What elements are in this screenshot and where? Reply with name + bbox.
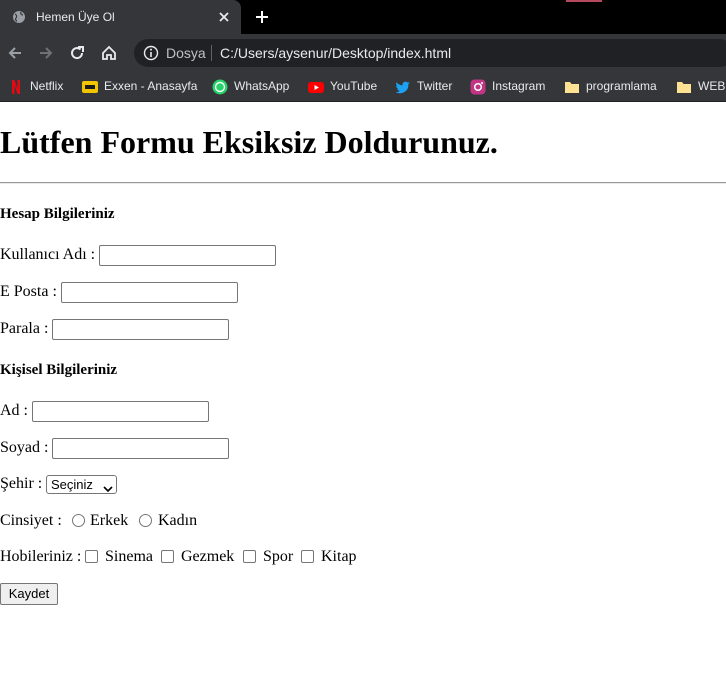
hobby-option-label: Gezmek bbox=[181, 548, 235, 565]
bookmarks-bar: Netflix Exxen - Anasayfa WhatsApp YouTub… bbox=[0, 72, 726, 102]
gender-radio-female[interactable] bbox=[139, 514, 152, 527]
account-section-title: Hesap Bilgileriniz bbox=[0, 206, 115, 222]
exxen-icon bbox=[82, 79, 98, 95]
hobby-checkbox-gezmek[interactable] bbox=[161, 550, 174, 563]
divider bbox=[0, 182, 726, 184]
last-name-label: Soyad : bbox=[0, 439, 49, 456]
globe-icon bbox=[12, 10, 26, 27]
url-text[interactable]: C:/Users/aysenur/Desktop/index.html bbox=[220, 45, 451, 61]
email-row: E Posta : bbox=[0, 282, 260, 304]
bookmark-label: WhatsApp bbox=[234, 79, 290, 93]
first-name-label: Ad : bbox=[0, 402, 28, 419]
password-row: Parala : bbox=[0, 319, 260, 341]
city-row: Şehir : Seçiniz bbox=[0, 474, 200, 496]
twitter-icon bbox=[395, 79, 411, 95]
city-selected-value: Seçiniz bbox=[51, 477, 93, 492]
tab-strip: Hemen Üye Ol bbox=[0, 0, 726, 34]
city-select[interactable]: Seçiniz bbox=[46, 475, 117, 494]
page-title: Lütfen Formu Eksiksiz Doldurunuz. bbox=[0, 124, 498, 160]
youtube-icon bbox=[308, 79, 324, 95]
save-button[interactable]: Kaydet bbox=[0, 583, 58, 605]
username-input[interactable] bbox=[99, 245, 276, 266]
address-separator bbox=[211, 45, 212, 61]
password-input[interactable] bbox=[52, 319, 229, 340]
window-accent bbox=[566, 0, 602, 2]
forward-arrow-icon[interactable] bbox=[37, 44, 55, 62]
site-info-icon[interactable] bbox=[143, 45, 159, 64]
personal-section-title: Kişisel Bilgileriniz bbox=[0, 362, 118, 378]
submit-row: Kaydet bbox=[0, 583, 70, 605]
folder-icon bbox=[676, 79, 692, 95]
first-name-input[interactable] bbox=[32, 401, 209, 422]
reload-icon[interactable] bbox=[68, 44, 86, 62]
first-name-row: Ad : bbox=[0, 401, 260, 423]
hobby-checkbox-sinema[interactable] bbox=[85, 550, 98, 563]
active-tab[interactable]: Hemen Üye Ol bbox=[0, 0, 241, 34]
page-content: Lütfen Formu Eksiksiz Doldurunuz. Hesap … bbox=[0, 102, 726, 681]
last-name-row: Soyad : bbox=[0, 438, 260, 460]
hobbies-label: Hobileriniz : bbox=[0, 548, 82, 565]
hobby-option-label: Sinema bbox=[105, 548, 153, 565]
gender-radio-male[interactable] bbox=[72, 514, 85, 527]
email-label: E Posta : bbox=[0, 283, 57, 300]
gender-row: Cinsiyet : Erkek Kadın bbox=[0, 511, 260, 533]
username-label: Kullanıcı Adı : bbox=[0, 246, 96, 263]
new-tab-icon[interactable] bbox=[254, 9, 270, 25]
hobby-checkbox-kitap[interactable] bbox=[301, 550, 314, 563]
hobby-option-label: Spor bbox=[263, 548, 294, 565]
city-label: Şehir : bbox=[0, 475, 43, 492]
bookmark-label: Instagram bbox=[492, 79, 546, 93]
last-name-input[interactable] bbox=[52, 438, 229, 459]
chevron-down-icon bbox=[103, 481, 113, 496]
whatsapp-icon bbox=[212, 79, 228, 95]
instagram-icon bbox=[470, 79, 486, 95]
email-input[interactable] bbox=[61, 282, 238, 303]
close-tab-icon[interactable] bbox=[216, 9, 232, 25]
bookmark-label: Exxen - Anasayfa bbox=[104, 79, 198, 93]
bookmark-label: Netflix bbox=[30, 79, 64, 93]
folder-icon bbox=[564, 79, 580, 95]
netflix-icon bbox=[8, 79, 24, 95]
username-row: Kullanıcı Adı : bbox=[0, 245, 300, 267]
back-arrow-icon[interactable] bbox=[6, 44, 24, 62]
browser-toolbar: Dosya C:/Users/aysenur/Desktop/index.htm… bbox=[0, 34, 726, 72]
bookmark-label: programlama bbox=[586, 79, 657, 93]
bookmark-label: Twitter bbox=[417, 79, 453, 93]
address-scheme-label: Dosya bbox=[166, 45, 206, 61]
hobbies-row: Hobileriniz : Sinema Gezmek Spor Kitap bbox=[0, 547, 400, 569]
home-icon[interactable] bbox=[100, 44, 118, 62]
hobby-checkbox-spor[interactable] bbox=[243, 550, 256, 563]
gender-option-label: Kadın bbox=[158, 512, 198, 529]
bookmark-label: YouTube bbox=[330, 79, 378, 93]
gender-option-label: Erkek bbox=[90, 512, 129, 529]
tab-title: Hemen Üye Ol bbox=[36, 10, 115, 24]
address-bar[interactable]: Dosya C:/Users/aysenur/Desktop/index.htm… bbox=[134, 39, 726, 67]
gender-label: Cinsiyet : bbox=[0, 512, 62, 529]
bookmark-label: WEB bbox=[698, 79, 726, 93]
hobby-option-label: Kitap bbox=[321, 548, 357, 565]
password-label: Parala : bbox=[0, 320, 49, 337]
